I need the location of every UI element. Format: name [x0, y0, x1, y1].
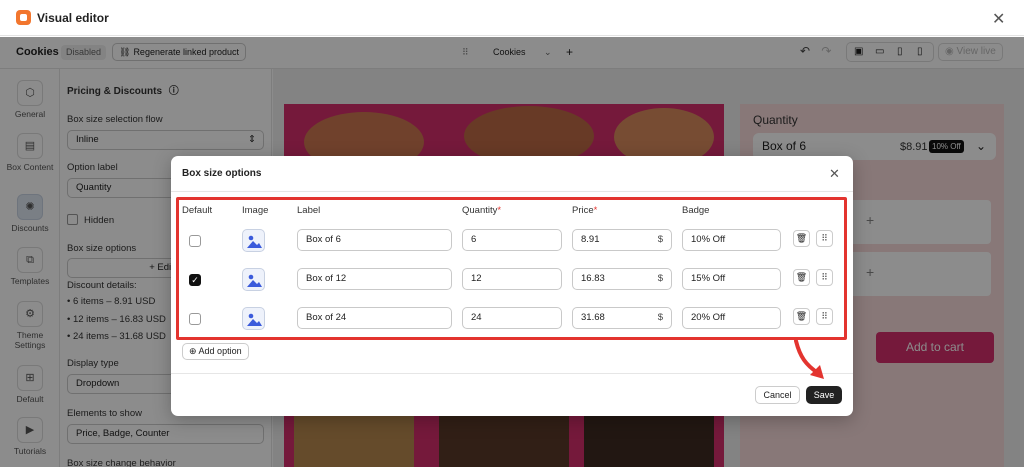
- divider: [171, 191, 853, 192]
- divider: [171, 373, 853, 374]
- add-option-button[interactable]: ⊕ Add option: [182, 343, 249, 360]
- title-bar: [0, 0, 1024, 36]
- save-button[interactable]: Save: [806, 386, 842, 404]
- window-title: Visual editor: [37, 11, 109, 25]
- close-window-icon[interactable]: ✕: [992, 9, 1005, 29]
- cancel-button[interactable]: Cancel: [755, 386, 800, 404]
- app-logo-icon: [16, 10, 31, 25]
- plus-circle-icon: ⊕: [189, 346, 199, 356]
- modal-title: Box size options: [182, 168, 262, 179]
- highlight-box: [176, 197, 847, 340]
- add-option-label: Add option: [198, 346, 242, 356]
- close-icon[interactable]: ✕: [829, 166, 840, 182]
- annotation-arrow-icon: [794, 339, 824, 379]
